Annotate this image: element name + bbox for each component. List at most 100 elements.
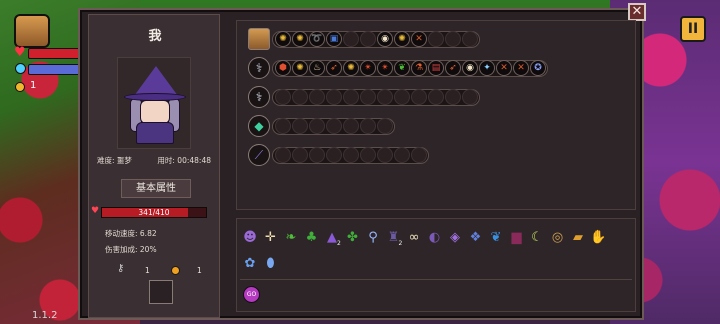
bee-icon[interactable]: ✺ — [275, 31, 291, 47]
crossed-swords-icon[interactable]: ✕ — [513, 60, 529, 76]
empty-slot[interactable] — [275, 89, 291, 105]
bee-icon[interactable]: ✺ — [292, 31, 308, 47]
wand-icon[interactable]: ⚕ — [248, 86, 270, 108]
empty-slot[interactable] — [292, 118, 308, 134]
item-count: 2 — [398, 240, 403, 247]
arrow-icon[interactable]: ➶ — [445, 60, 461, 76]
scroll-icon[interactable]: ▤ — [428, 60, 444, 76]
staff-icon[interactable]: ⚕ — [248, 57, 270, 79]
empty-slot[interactable] — [292, 89, 308, 105]
orb-icon[interactable]: GO — [243, 286, 260, 303]
glove-icon[interactable]: ✋ — [589, 227, 609, 247]
empty-slot[interactable] — [309, 89, 325, 105]
empty-slot[interactable] — [275, 118, 291, 134]
empty-slot[interactable] — [377, 89, 393, 105]
emerald-book-icon[interactable]: ◆ — [248, 115, 270, 137]
empty-slot[interactable] — [462, 89, 478, 105]
empty-slot[interactable] — [275, 147, 291, 163]
empty-slot[interactable] — [343, 118, 359, 134]
empty-slot[interactable] — [292, 147, 308, 163]
gem-icon[interactable]: ◈ — [445, 227, 465, 247]
character-portrait — [117, 57, 191, 149]
potion-icon[interactable]: ⚗ — [411, 60, 427, 76]
crossed-swords-icon[interactable]: ✕ — [496, 60, 512, 76]
hud-coin-count: 1 — [30, 80, 37, 91]
slot-track — [272, 146, 429, 164]
spellbook-icon[interactable]: ❖ — [466, 227, 486, 247]
empty-slot[interactable] — [377, 118, 393, 134]
empty-slot[interactable] — [445, 31, 461, 47]
empty-slot[interactable] — [411, 89, 427, 105]
pearls-icon[interactable]: ∞ — [404, 227, 424, 247]
hud-health-bar — [28, 48, 80, 59]
ghost-icon[interactable]: ◉ — [462, 60, 478, 76]
leaf-icon[interactable]: ❦ — [394, 60, 410, 76]
slot-track — [272, 117, 395, 135]
ticket-icon[interactable]: ▰ — [568, 227, 588, 247]
empty-slot[interactable] — [326, 89, 342, 105]
weapon-row: ⟋ — [248, 144, 429, 166]
empty-slot[interactable] — [394, 89, 410, 105]
item-count: 2 — [337, 240, 341, 247]
empty-slot[interactable] — [343, 31, 359, 47]
book-icon[interactable]: ▣ — [326, 31, 342, 47]
bee-icon[interactable]: ✺ — [292, 60, 308, 76]
empty-slot[interactable] — [326, 147, 342, 163]
close-button[interactable]: ✕ — [628, 3, 646, 21]
leaves-icon[interactable]: ❧ — [281, 227, 301, 247]
empty-slot[interactable] — [309, 147, 325, 163]
spikes-icon[interactable]: ✴ — [360, 60, 376, 76]
magnifier-icon[interactable]: ⚲ — [363, 227, 383, 247]
flame-icon[interactable]: ♨ — [309, 60, 325, 76]
bee-icon[interactable]: ✺ — [394, 31, 410, 47]
empty-slot[interactable] — [360, 147, 376, 163]
equipment-slot[interactable] — [149, 280, 173, 304]
empty-slot[interactable] — [377, 147, 393, 163]
spiral-icon[interactable]: ➰ — [309, 31, 325, 47]
blue-lotus-icon[interactable]: ✿ — [240, 253, 260, 273]
empty-slot[interactable] — [343, 147, 359, 163]
shield-icon[interactable]: ⬢ — [275, 60, 291, 76]
empty-slot[interactable] — [309, 118, 325, 134]
empty-slot[interactable] — [462, 31, 478, 47]
herb-icon[interactable]: ✤ — [343, 227, 363, 247]
crossed-swords-icon[interactable]: ✕ — [411, 31, 427, 47]
egg-icon[interactable]: ⬮ — [261, 253, 281, 273]
basic-attributes-button[interactable]: 基本属性 — [121, 179, 191, 198]
weapon-row: ◆ — [248, 115, 395, 137]
empty-slot[interactable] — [445, 89, 461, 105]
weapon-row: ✺ ✺ ➰ ▣ ◉ ✺ ✕ — [248, 28, 480, 50]
move-speed-stat: 移动速度: 6.82 — [105, 229, 157, 238]
hud-chest-icon[interactable] — [14, 14, 50, 48]
witch-portrait-icon[interactable]: ☻ — [240, 227, 260, 247]
amulet-icon[interactable]: ◎ — [548, 227, 568, 247]
empty-slot[interactable] — [326, 118, 342, 134]
pause-button[interactable]: II — [680, 16, 706, 42]
top-hat-icon[interactable]: ▆ — [507, 227, 527, 247]
mask-icon[interactable]: ◐ — [425, 227, 445, 247]
spikes-icon[interactable]: ✴ — [377, 60, 393, 76]
arrow-icon[interactable]: ➶ — [326, 60, 342, 76]
empty-slot[interactable] — [360, 89, 376, 105]
weapon-row: ⚕ ⬢ ✺ ♨ ➶ ✺ ✴ ✴ ❦ ⚗ ▤ ➶ ◉ ✦ ✕ ✕ ✪ — [248, 57, 548, 79]
empty-slot[interactable] — [360, 118, 376, 134]
bee-icon[interactable]: ✺ — [343, 60, 359, 76]
weapon-row: ⚕ — [248, 86, 480, 108]
empty-slot[interactable] — [428, 89, 444, 105]
star-shield-icon[interactable]: ✪ — [530, 60, 546, 76]
feather-icon[interactable]: ❦ — [486, 227, 506, 247]
difficulty-label: 难度: 噩梦 — [97, 156, 132, 165]
wings-icon[interactable]: ✦ — [479, 60, 495, 76]
empty-slot[interactable] — [411, 147, 427, 163]
empty-slot[interactable] — [343, 89, 359, 105]
ghost-icon[interactable]: ◉ — [377, 31, 393, 47]
cross-icon[interactable]: ✛ — [261, 227, 281, 247]
empty-slot[interactable] — [360, 31, 376, 47]
sprout-icon[interactable]: ♣ — [302, 227, 322, 247]
dagger-icon[interactable]: ⟋ — [248, 144, 270, 166]
empty-slot[interactable] — [428, 31, 444, 47]
boomerang-icon[interactable]: ☾ — [527, 227, 547, 247]
coin-icon — [15, 82, 25, 92]
empty-slot[interactable] — [394, 147, 410, 163]
chest-icon[interactable] — [248, 28, 270, 50]
